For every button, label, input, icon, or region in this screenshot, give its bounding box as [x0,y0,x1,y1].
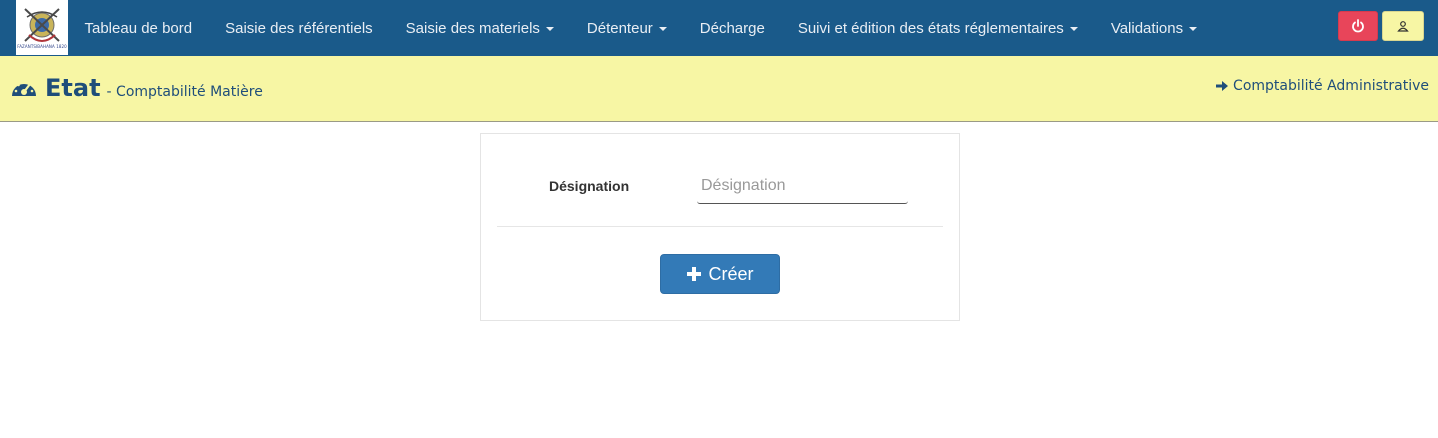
page-subtitle: - Comptabilité Matière [106,84,263,100]
designation-label: Désignation [549,178,630,194]
page-title: Etat - Comptabilité Matière [10,74,263,102]
create-button[interactable]: Créer [660,254,780,294]
designation-input[interactable] [697,169,908,204]
nav-item-label: Tableau de bord [84,19,193,37]
main-menu: Tableau de bord Saisie des référentiels … [68,0,1214,56]
nav-item-label: Détenteur [586,19,653,37]
user-icon [1397,21,1409,32]
caret-down-icon [1189,27,1198,31]
right-link-label: Comptabilité Administrative [1233,78,1429,94]
logo-text: FAZANTSIBAHANA 1820 [17,44,67,49]
page-header: Etat - Comptabilité Matière Comptabilité… [0,56,1438,122]
nav-item-label: Validations [1110,19,1184,37]
nav-item-label: Décharge [699,19,765,37]
nav-item-suivi-edition-etats[interactable]: Suivi et édition des états réglementaire… [781,0,1094,56]
caret-down-icon [658,27,667,31]
logout-button[interactable] [1338,11,1378,41]
create-button-label: Créer [708,263,754,284]
nav-item-tableau-de-bord[interactable]: Tableau de bord [68,0,209,56]
logo[interactable]: FAZANTSIBAHANA 1820 [16,0,68,55]
nav-item-saisie-referentiels[interactable]: Saisie des référentiels [209,0,390,56]
plus-icon [687,267,702,281]
form-panel: Désignation Créer [480,133,960,321]
comptabilite-administrative-link[interactable]: Comptabilité Administrative [1215,78,1429,94]
dashboard-gauge-icon [12,81,36,96]
caret-down-icon [545,27,554,31]
caret-down-icon [1069,27,1078,31]
nav-item-detenteur[interactable]: Détenteur [570,0,683,56]
nav-item-saisie-materiels[interactable]: Saisie des materiels [389,0,570,56]
page-title-text: Etat [45,74,101,102]
nav-item-label: Saisie des materiels [405,19,540,37]
arrow-right-icon [1216,81,1229,91]
top-navbar: FAZANTSIBAHANA 1820 Tableau de bord Sais… [0,0,1438,56]
nav-item-validations[interactable]: Validations [1094,0,1213,56]
nav-item-label: Saisie des référentiels [225,19,373,37]
nav-item-label: Suivi et édition des états réglementaire… [797,19,1064,37]
divider [497,226,943,227]
nav-item-decharge[interactable]: Décharge [683,0,781,56]
power-icon [1352,19,1364,33]
user-menu-button[interactable] [1382,11,1424,41]
